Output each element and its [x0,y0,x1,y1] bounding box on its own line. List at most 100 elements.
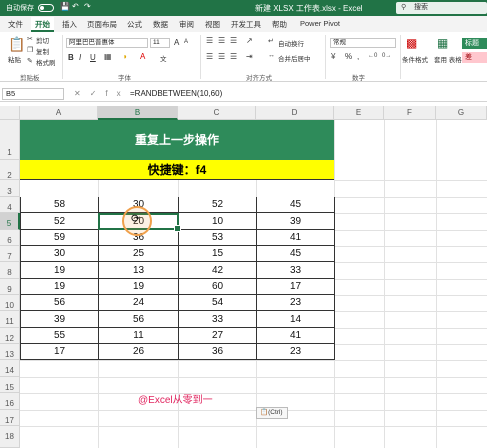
undo-icon[interactable]: ↶ [72,2,79,11]
align-right-icon[interactable]: ☰ [230,52,237,61]
cell-c13[interactable]: 36 [179,344,257,360]
select-all-corner[interactable] [0,106,20,120]
merge-icon[interactable]: ↔ [268,52,275,59]
conditional-format-icon[interactable]: ▩ [406,36,417,50]
row-header-3[interactable]: 3 [0,180,20,197]
orientation-icon[interactable]: ↗ [246,36,253,45]
cell-a5[interactable]: 52 [21,213,99,230]
cell-c5[interactable]: 10 [179,213,257,230]
row-header-5[interactable]: 5 [0,213,20,230]
percent-button[interactable]: % [345,52,352,61]
autosave-toggle[interactable] [38,4,54,12]
save-icon[interactable]: 💾 [60,2,70,11]
tab-home[interactable]: 开始 [31,17,54,32]
font-color-icon[interactable]: A [140,52,145,61]
cell-c11[interactable]: 33 [179,311,257,328]
cell-c10[interactable]: 54 [179,295,257,311]
tab-view[interactable]: 视图 [205,19,220,30]
phonetic-button[interactable]: 文 [160,53,167,63]
wrap-text-icon[interactable]: ↵ [268,37,274,45]
row-header-1[interactable]: 1 [0,120,20,160]
cell-c4[interactable]: 52 [179,197,257,213]
cell-c7[interactable]: 15 [179,246,257,262]
format-painter-button[interactable]: 格式刷 [36,57,56,67]
tab-page-layout[interactable]: 页面布局 [87,19,117,30]
cell-d8[interactable]: 33 [257,262,335,279]
shortcut-banner[interactable]: 快捷键：f4 [20,160,334,180]
row-header-6[interactable]: 6 [0,230,20,246]
cell-b12[interactable]: 11 [99,328,179,344]
border-icon[interactable]: ▦ [104,52,112,61]
conditional-format-button[interactable]: 条件格式 [402,54,428,64]
column-header-f[interactable]: F [384,106,436,120]
row-header-2[interactable]: 2 [0,160,20,180]
cell-d5[interactable]: 39 [257,213,335,230]
row-header-18[interactable]: 18 [0,426,20,448]
cut-button[interactable]: 剪切 [36,35,49,45]
column-header-a[interactable]: A [20,106,98,120]
underline-button[interactable]: U [90,53,96,62]
cell-d7[interactable]: 45 [257,246,335,262]
title-banner[interactable]: 重复上一步操作 [20,120,334,160]
tab-power-pivot[interactable]: Power Pivot [300,19,340,28]
copy-button[interactable]: 复制 [36,46,49,56]
row-header-9[interactable]: 9 [0,279,20,295]
shrink-font-button[interactable]: A [184,39,188,45]
tab-review[interactable]: 审阅 [179,19,194,30]
cell-a4[interactable]: 58 [21,197,99,213]
tab-file[interactable]: 文件 [8,19,23,30]
column-header-b[interactable]: B [98,106,178,120]
insert-function-icon[interactable]: fx [105,89,129,98]
row-header-11[interactable]: 11 [0,311,20,328]
cell-a6[interactable]: 59 [21,230,99,246]
row-header-8[interactable]: 8 [0,262,20,279]
grow-font-button[interactable]: A [174,38,179,47]
bold-button[interactable]: B [68,53,74,62]
cell-b8[interactable]: 13 [99,262,179,279]
column-header-c[interactable]: C [178,106,256,120]
column-header-d[interactable]: D [256,106,334,120]
cell-c12[interactable]: 27 [179,328,257,344]
cell-b11[interactable]: 56 [99,311,179,328]
font-name-select[interactable]: 阿里巴巴普惠体 [66,38,148,48]
column-header-e[interactable]: E [334,106,384,120]
style-tile-bad[interactable]: 差 [462,52,487,63]
cell-a7[interactable]: 30 [21,246,99,262]
formula-input[interactable]: =RANDBETWEEN(10,60) [130,89,222,98]
cell-a13[interactable]: 17 [21,344,99,360]
align-center-icon[interactable]: ☰ [218,52,225,61]
tab-data[interactable]: 数据 [153,19,168,30]
tab-help[interactable]: 帮助 [272,19,287,30]
row-header-16[interactable]: 16 [0,393,20,410]
cell-a8[interactable]: 19 [21,262,99,279]
cell-a12[interactable]: 55 [21,328,99,344]
increase-decimal-icon[interactable]: ←0 [368,53,377,59]
align-top-icon[interactable]: ☰ [206,36,213,45]
paste-options-button[interactable]: 📋(Ctrl) [256,407,288,419]
cell-d10[interactable]: 23 [257,295,335,311]
row-header-15[interactable]: 15 [0,377,20,393]
cancel-icon[interactable]: ✕ [74,89,90,98]
indent-icon[interactable]: ⇥ [246,52,253,61]
font-size-select[interactable]: 11 [150,38,170,48]
align-bottom-icon[interactable]: ☰ [230,36,237,45]
tab-formulas[interactable]: 公式 [127,19,142,30]
cell-a9[interactable]: 19 [21,279,99,295]
cell-d4[interactable]: 45 [257,197,335,213]
cell-b7[interactable]: 25 [99,246,179,262]
cell-a10[interactable]: 56 [21,295,99,311]
row-header-17[interactable]: 17 [0,410,20,426]
number-format-select[interactable]: 常规 [330,38,396,48]
decrease-decimal-icon[interactable]: 0→ [382,53,391,59]
cell-c6[interactable]: 53 [179,230,257,246]
format-painter-icon[interactable]: ✎ [27,57,33,65]
comma-button[interactable]: , [357,52,359,61]
cell-d6[interactable]: 41 [257,230,335,246]
cell-b9[interactable]: 19 [99,279,179,295]
row-header-12[interactable]: 12 [0,328,20,344]
cell-c8[interactable]: 42 [179,262,257,279]
paste-icon[interactable]: 📋 [8,36,25,53]
fill-color-icon[interactable]: ◑ [122,52,127,61]
currency-icon[interactable]: ¥ [331,52,335,61]
cell-d9[interactable]: 17 [257,279,335,295]
